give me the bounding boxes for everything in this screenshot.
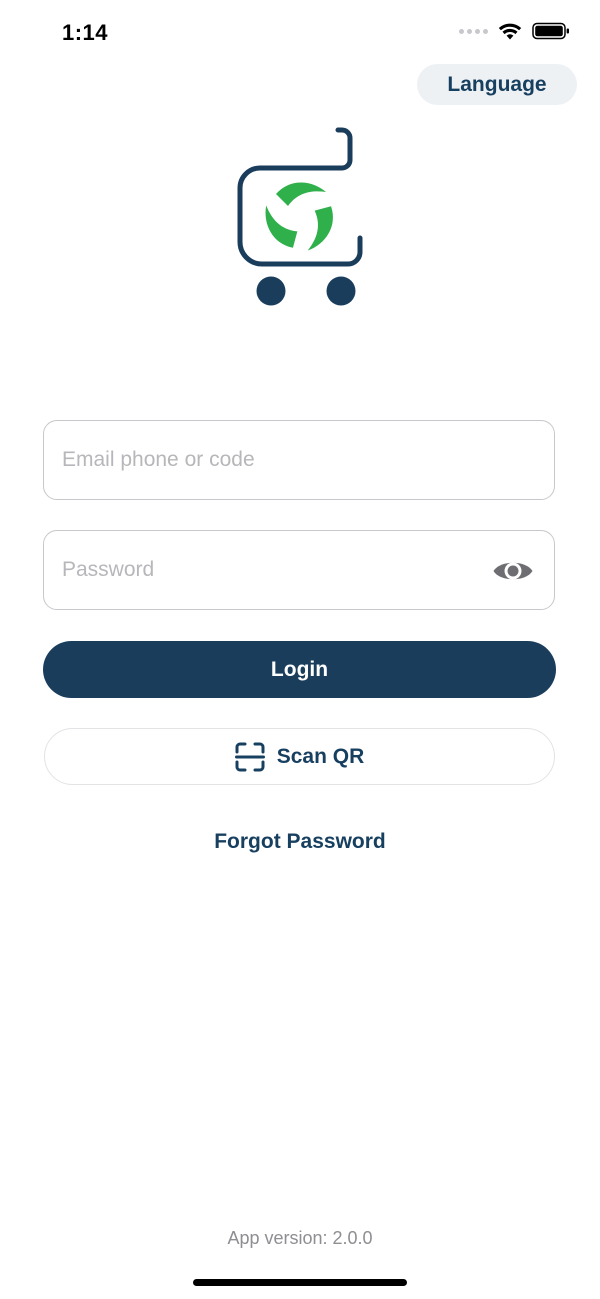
app-version: App version: 2.0.0 xyxy=(227,1228,373,1248)
cellular-signal-icon xyxy=(459,28,488,34)
show-password-button[interactable] xyxy=(492,555,534,587)
scan-qr-label: Scan QR xyxy=(276,744,365,768)
forgot-password-link[interactable]: Forgot Password xyxy=(0,830,600,854)
shopping-cart-logo xyxy=(237,127,363,306)
password-input[interactable] xyxy=(62,558,462,582)
battery-icon xyxy=(532,22,569,40)
email-field-container xyxy=(43,420,555,500)
language-button[interactable]: Language xyxy=(417,64,577,105)
home-indicator[interactable] xyxy=(193,1279,407,1286)
password-field-container xyxy=(43,530,555,610)
login-button[interactable]: Login xyxy=(43,641,556,698)
scan-qr-button[interactable]: Scan QR xyxy=(44,728,555,785)
eye-icon xyxy=(493,562,533,580)
status-time: 1:14 xyxy=(62,20,109,45)
status-indicators xyxy=(459,22,570,40)
status-bar: 1:14 xyxy=(0,0,600,66)
wifi-icon xyxy=(498,23,522,40)
qr-scan-icon xyxy=(234,742,265,771)
email-input[interactable] xyxy=(62,448,462,472)
